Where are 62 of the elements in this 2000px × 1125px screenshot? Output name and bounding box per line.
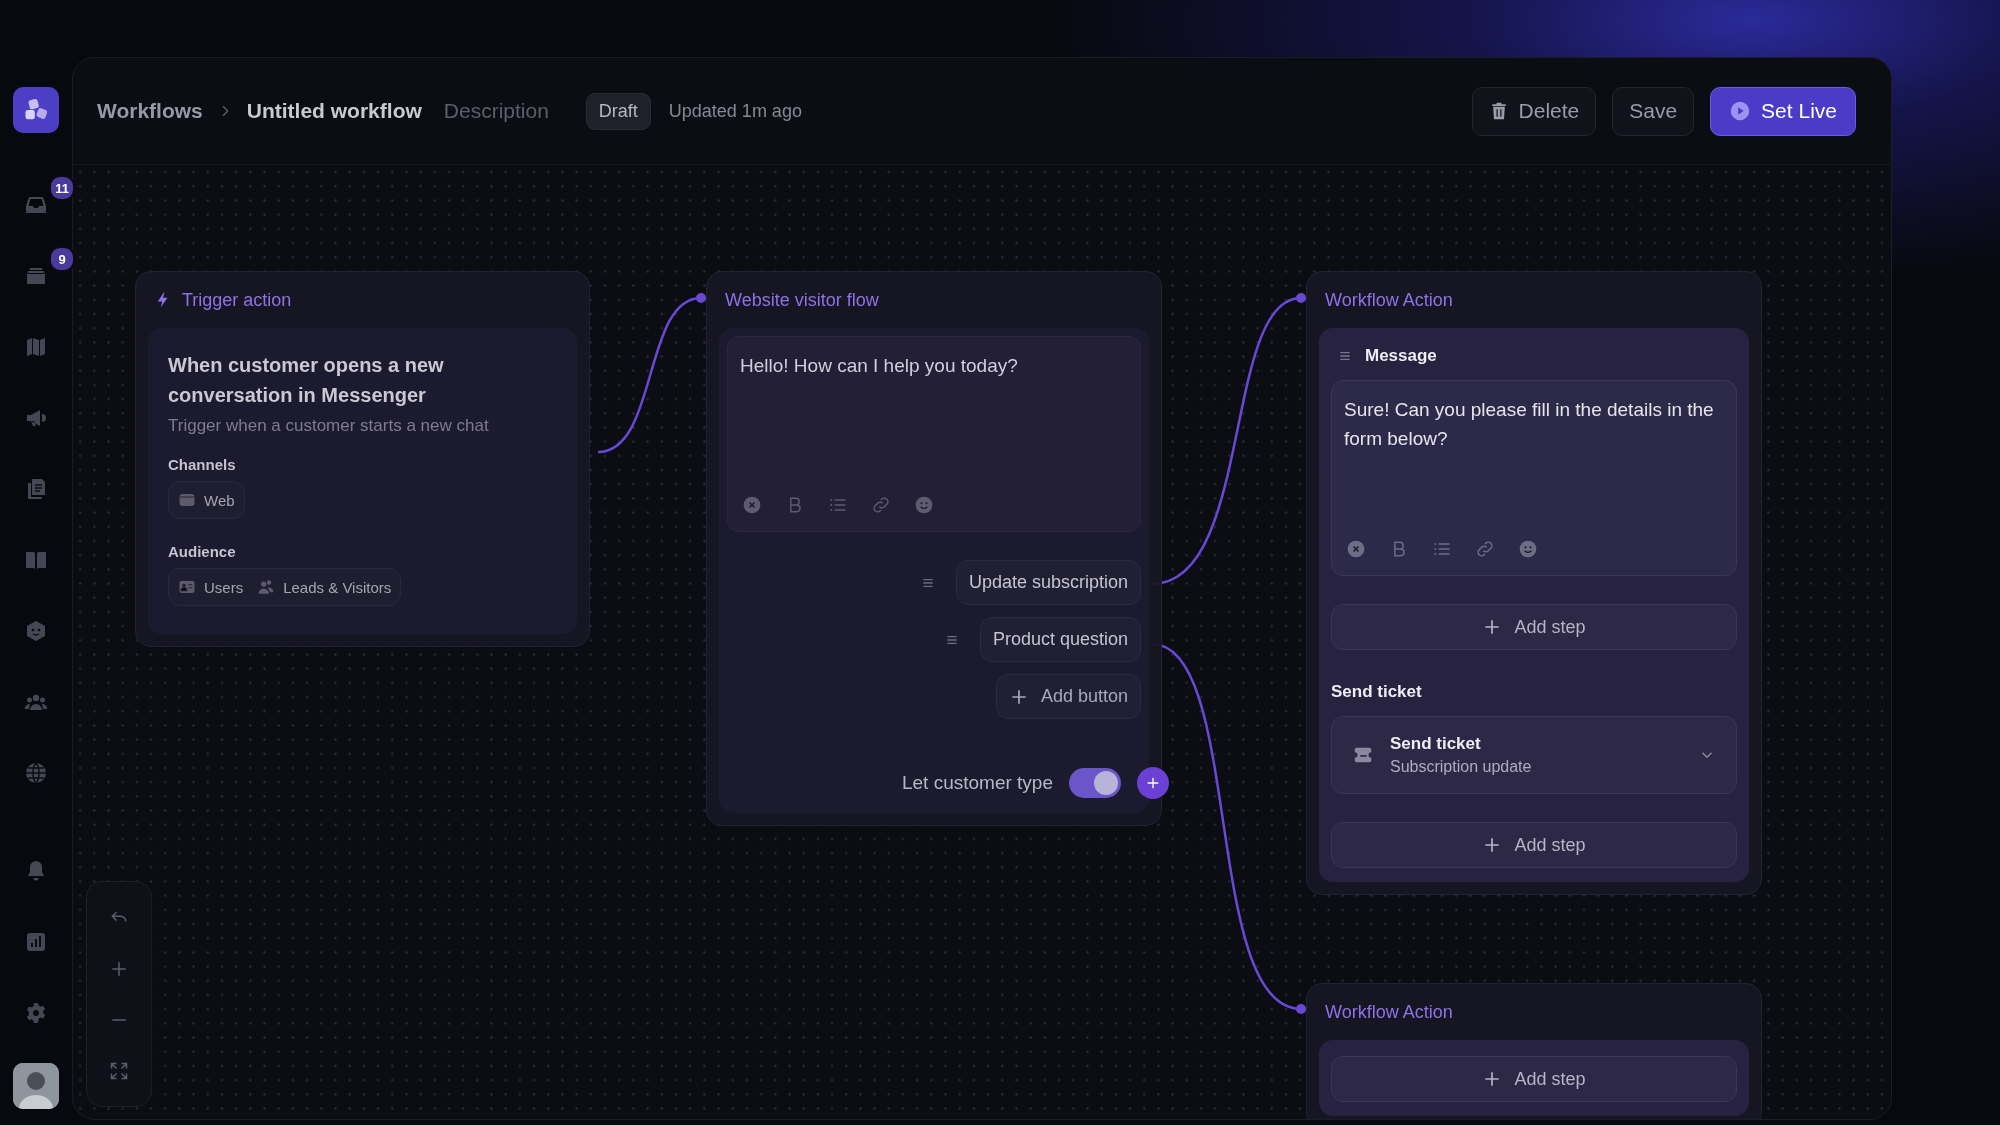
updated-time: Updated 1m ago bbox=[668, 100, 802, 122]
emoji-icon[interactable] bbox=[914, 495, 934, 515]
add-step-button[interactable]: Add step bbox=[1331, 822, 1737, 868]
link-icon[interactable] bbox=[871, 495, 891, 515]
action-node[interactable]: Workflow Action Add step bbox=[1306, 983, 1762, 1119]
people-icon bbox=[257, 578, 276, 596]
set-live-button[interactable]: Set Live bbox=[1710, 86, 1856, 136]
count-badge: 9 bbox=[49, 246, 75, 272]
message-text: Sure! Can you please fill in the details in the form below? bbox=[1344, 398, 1715, 451]
trigger-card[interactable]: When customer opens a new conversation in Messenger Trigger when a customer starts a new chat Channels Web Audience Users Leads & Visitors bbox=[148, 328, 577, 634]
node-title: Workflow Action bbox=[1325, 289, 1453, 311]
avatar[interactable] bbox=[13, 1063, 59, 1109]
add-button[interactable]: Add button bbox=[995, 674, 1141, 719]
status-badge: Draft bbox=[585, 92, 651, 130]
id-card-icon bbox=[178, 578, 196, 596]
ticket-title: Send ticket bbox=[1390, 734, 1482, 754]
trigger-node[interactable]: Trigger action When customer opens a new conversation in Messenger Trigger when a customer starts a new chat Channels Web Audience Users Leads & Visitors bbox=[135, 271, 590, 647]
toggle-switch[interactable] bbox=[1069, 768, 1121, 798]
node-title: Workflow Action bbox=[1325, 1001, 1453, 1023]
globe-icon[interactable] bbox=[24, 760, 48, 785]
toggle-label: Let customer type bbox=[901, 772, 1053, 794]
add-step-button[interactable]: Add step bbox=[1331, 1056, 1737, 1102]
link-icon[interactable] bbox=[1475, 539, 1495, 559]
trigger-description: Trigger when a customer starts a new chat bbox=[168, 416, 490, 436]
channel-chip-group[interactable]: Web bbox=[168, 481, 245, 519]
clear-format-icon[interactable] bbox=[1346, 539, 1366, 559]
save-button[interactable]: Save bbox=[1612, 86, 1695, 136]
play-circle-icon bbox=[1729, 100, 1752, 122]
step-label: Message bbox=[1365, 346, 1437, 366]
count-badge: 11 bbox=[49, 175, 75, 201]
delete-button[interactable]: Delete bbox=[1471, 86, 1597, 136]
ticket-select[interactable]: Send ticket Subscription update bbox=[1331, 716, 1737, 794]
section-label: Send ticket bbox=[1331, 682, 1423, 702]
add-step-button[interactable]: Add step bbox=[1331, 604, 1737, 650]
message-editor[interactable]: Sure! Can you please fill in the details in the form below? bbox=[1331, 380, 1737, 576]
section-label: Audience bbox=[168, 543, 237, 560]
browser-window-icon bbox=[178, 491, 196, 509]
emoji-icon[interactable] bbox=[1518, 539, 1538, 559]
bot-icon[interactable] bbox=[24, 618, 48, 643]
app-logo[interactable] bbox=[13, 87, 59, 133]
audience-label: Users bbox=[204, 578, 244, 596]
reply-button[interactable]: Product question bbox=[979, 617, 1141, 662]
fit-view-icon[interactable] bbox=[109, 1060, 129, 1081]
message-editor[interactable]: Hello! How can I help you today? bbox=[727, 336, 1141, 532]
trigger-title: When customer opens a new conversation in Messenger bbox=[168, 353, 445, 408]
channel-label: Web bbox=[204, 491, 235, 509]
node-title: Website visitor flow bbox=[725, 289, 879, 311]
audience-label: Leads & Visitors bbox=[283, 578, 392, 596]
reply-button[interactable]: Update subscription bbox=[955, 560, 1141, 605]
message-text: Hello! How can I help you today? bbox=[740, 354, 1019, 378]
action-node[interactable]: Workflow Action Message Sure! Can you please fill in the details in the form below? Add step Send ticket Send ticket Subscription update Add step bbox=[1306, 271, 1762, 895]
node-title: Trigger action bbox=[182, 289, 292, 311]
clear-format-icon[interactable] bbox=[742, 495, 762, 515]
add-branch-button[interactable] bbox=[1137, 767, 1169, 799]
breadcrumb-link[interactable]: Workflows bbox=[97, 99, 203, 123]
section-label: Channels bbox=[168, 456, 237, 473]
settings-icon[interactable] bbox=[24, 1000, 48, 1025]
audience-chip-group[interactable]: Users Leads & Visitors bbox=[168, 568, 402, 606]
description-field[interactable]: Description bbox=[443, 99, 562, 123]
plus-icon bbox=[1145, 775, 1161, 791]
ticket-subtitle: Subscription update bbox=[1390, 758, 1533, 776]
workflow-title: Untitled workflow bbox=[246, 99, 422, 123]
